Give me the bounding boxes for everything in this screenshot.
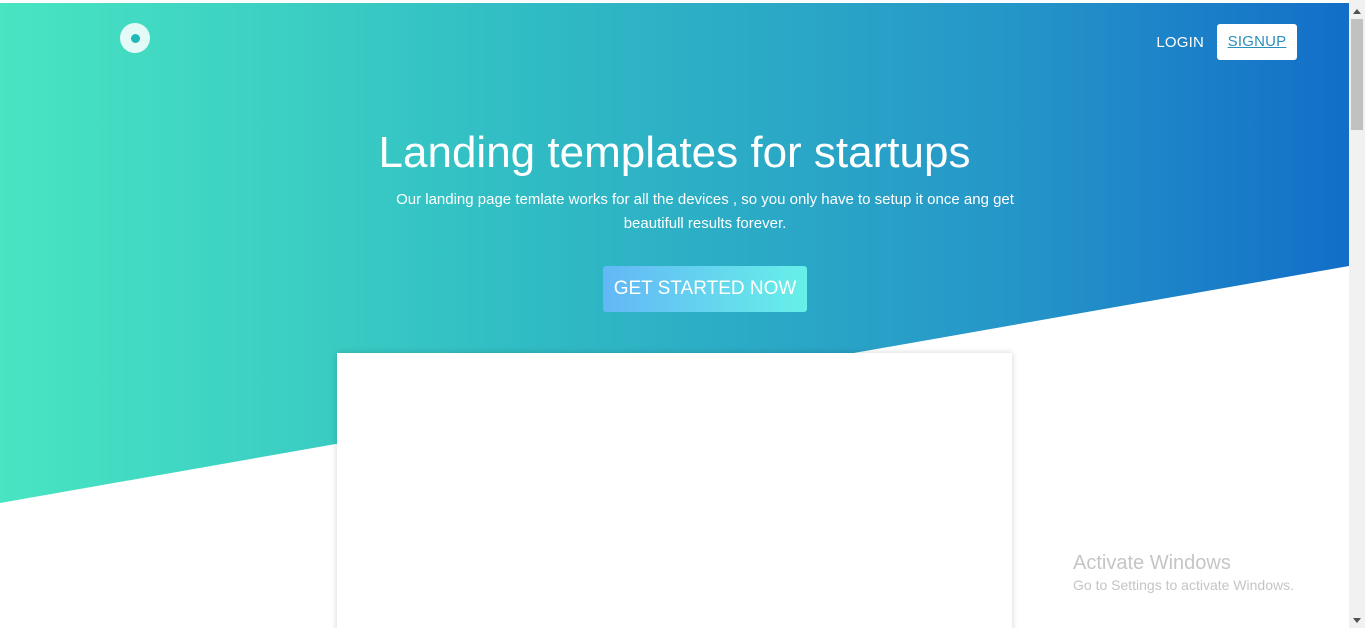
vertical-scrollbar[interactable] — [1349, 0, 1365, 628]
scroll-down-arrow-icon[interactable] — [1349, 612, 1365, 628]
hero-subtitle: Our landing page temlate works for all t… — [396, 191, 1014, 232]
top-border — [0, 0, 1349, 3]
scroll-up-arrow-icon[interactable] — [1349, 3, 1365, 19]
header-nav: LOGIN SIGNUP — [1156, 24, 1297, 60]
logo-dot-icon — [130, 33, 140, 43]
hero-subtitle-wrapper: Our landing page temlate works for all t… — [0, 188, 1365, 236]
watermark-subtitle: Go to Settings to activate Windows. — [1073, 577, 1294, 593]
scrollbar-thumb[interactable] — [1351, 19, 1363, 130]
get-started-button[interactable]: GET STARTED NOW — [603, 266, 807, 312]
signup-button[interactable]: SIGNUP — [1217, 24, 1297, 60]
login-link[interactable]: LOGIN — [1156, 26, 1204, 59]
logo[interactable] — [120, 23, 150, 53]
activate-windows-watermark: Activate Windows Go to Settings to activ… — [1073, 551, 1294, 595]
preview-card — [337, 353, 1012, 628]
watermark-title: Activate Windows — [1073, 552, 1231, 574]
browser-viewport: LOGIN SIGNUP Landing templates for start… — [0, 0, 1365, 628]
hero-title: Landing templates for startups — [378, 128, 971, 177]
